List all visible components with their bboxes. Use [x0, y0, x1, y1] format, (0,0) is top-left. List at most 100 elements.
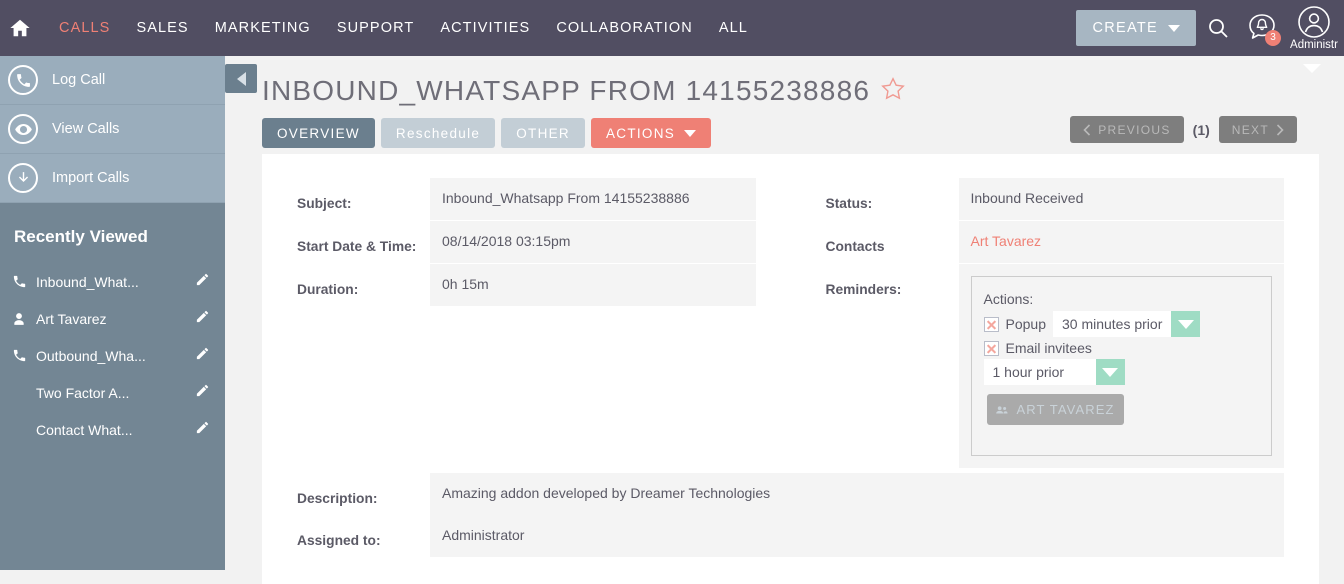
field-label: Reminders: [825, 282, 902, 297]
pencil-icon[interactable] [195, 309, 211, 329]
star-icon[interactable] [880, 76, 906, 109]
pencil-icon[interactable] [195, 346, 211, 366]
nav-link-sales[interactable]: SALES [123, 20, 201, 36]
nav-link-activities[interactable]: ACTIVITIES [427, 20, 543, 36]
chevron-right-icon [1276, 123, 1284, 136]
popup-checkbox[interactable] [983, 316, 999, 332]
reminder-email-row: Email invitees [983, 340, 1272, 356]
field-description: Description: Amazing addon developed by … [262, 473, 1319, 515]
field-label: Assigned to: [297, 533, 381, 548]
phone-icon [8, 65, 38, 95]
field-value[interactable]: Inbound Received [958, 178, 1284, 220]
previous-button-label: PREVIOUS [1098, 122, 1171, 137]
reminder-actions-label: Actions: [983, 291, 1034, 307]
field-label: Start Date & Time: [297, 239, 417, 254]
chevron-down-icon [1171, 311, 1201, 337]
tab-actions[interactable]: ACTIONS [590, 118, 712, 148]
reminder-panel: Actions: Popup 30 minutes prior Email in… [970, 276, 1272, 456]
notifications-button[interactable]: 3 [1240, 0, 1284, 56]
tab-actions-label: ACTIONS [605, 125, 676, 141]
user-account-label: Administr [1290, 39, 1338, 51]
chevron-left-icon [1083, 123, 1091, 136]
field-label: Subject: [297, 196, 352, 211]
back-button[interactable] [225, 64, 257, 93]
create-button-label: CREATE [1092, 20, 1158, 36]
field-value[interactable]: 08/14/2018 03:15pm [430, 221, 756, 263]
chevron-down-icon [684, 129, 697, 137]
sidebar-item-import-calls[interactable]: Import Calls [0, 154, 225, 203]
user-account-button[interactable]: Administr [1284, 0, 1344, 56]
field-value[interactable]: Administrator [430, 515, 1284, 557]
detail-card: Subject: Inbound_Whatsapp From 141552388… [262, 154, 1319, 584]
sidebar-item-label: Import Calls [52, 170, 130, 186]
pencil-icon[interactable] [195, 383, 211, 403]
tab-other[interactable]: OTHER [501, 118, 585, 148]
field-reminders: Reminders: Actions: Popup 30 minutes pri… [791, 264, 1320, 468]
pencil-icon[interactable] [195, 420, 211, 440]
field-label: Description: [297, 491, 378, 506]
tab-bar: OVERVIEW Reschedule OTHER ACTIONS [262, 118, 712, 148]
sidebar-item-view-calls[interactable]: View Calls [0, 105, 225, 154]
tab-overview[interactable]: OVERVIEW [262, 118, 375, 148]
top-nav-right-group: CREATE 3 Administr [1076, 0, 1344, 56]
recently-viewed-heading: Recently Viewed [14, 227, 148, 246]
field-contacts: Contacts Art Tavarez [791, 221, 1320, 263]
people-icon [996, 405, 1008, 413]
field-value[interactable]: 0h 15m [430, 264, 756, 306]
next-button-label: NEXT [1231, 122, 1269, 137]
nav-link-marketing[interactable]: MARKETING [202, 20, 324, 36]
main-content: INBOUND_WHATSAPP FROM 14155238886 OVERVI… [225, 56, 1344, 584]
previous-button[interactable]: PREVIOUS [1070, 116, 1184, 143]
list-item-label: Contact What... [36, 421, 133, 438]
popup-timing-select[interactable]: 30 minutes prior [1052, 311, 1201, 337]
list-item[interactable]: Art Tavarez [0, 300, 225, 337]
reminder-popup-row: Popup 30 minutes prior [983, 311, 1272, 337]
field-assigned-to: Assigned to: Administrator [262, 515, 1319, 557]
list-item[interactable]: Inbound_What... [0, 263, 225, 300]
email-checkbox[interactable] [983, 340, 999, 356]
email-timing-select[interactable]: 1 hour prior [983, 359, 1125, 385]
field-status: Status: Inbound Received [791, 178, 1320, 220]
sidebar-item-log-call[interactable]: Log Call [0, 56, 225, 105]
field-grid: Subject: Inbound_Whatsapp From 141552388… [262, 178, 1319, 469]
nav-link-support[interactable]: SUPPORT [324, 20, 428, 36]
list-item[interactable]: Contact What... [0, 411, 225, 448]
list-item-label: Inbound_What... [36, 273, 139, 290]
field-value[interactable]: Inbound_Whatsapp From 14155238886 [430, 178, 756, 220]
email-label: Email invitees [1005, 340, 1092, 356]
chevron-down-icon [1095, 359, 1125, 385]
list-item[interactable]: Two Factor A... [0, 374, 225, 411]
phone-icon [12, 348, 36, 363]
phone-icon [12, 274, 36, 289]
reminder-email-timing-row: 1 hour prior [983, 359, 1272, 385]
search-button[interactable] [1196, 0, 1240, 56]
nav-link-all[interactable]: ALL [706, 20, 761, 36]
next-button[interactable]: NEXT [1218, 116, 1297, 143]
field-value[interactable]: Amazing addon developed by Dreamer Techn… [430, 473, 1284, 515]
home-icon[interactable] [8, 16, 32, 40]
invitee-button-label: ART TAVAREZ [1016, 402, 1115, 417]
chevron-down-icon [1168, 24, 1180, 32]
list-item-label: Two Factor A... [36, 384, 130, 401]
collapse-caret-icon[interactable] [1303, 64, 1321, 73]
contact-link[interactable]: Art Tavarez [958, 221, 1284, 263]
field-duration: Duration: 0h 15m [262, 264, 791, 306]
sidebar-item-label: View Calls [52, 121, 120, 137]
invitee-button[interactable]: ART TAVAREZ [986, 394, 1124, 425]
search-icon [1209, 19, 1228, 38]
person-icon [12, 312, 36, 326]
tab-reschedule[interactable]: Reschedule [380, 118, 496, 148]
popup-timing-value: 30 minutes prior [1052, 311, 1172, 337]
create-button[interactable]: CREATE [1076, 10, 1196, 46]
recently-viewed-list: Inbound_What... Art Tavarez Outbound_Wha… [0, 263, 225, 448]
pencil-icon[interactable] [195, 272, 211, 292]
nav-link-collaboration[interactable]: COLLABORATION [543, 20, 706, 36]
field-start-date-time: Start Date & Time: 08/14/2018 03:15pm [262, 221, 791, 263]
list-item[interactable]: Outbound_Wha... [0, 337, 225, 374]
email-timing-value: 1 hour prior [983, 359, 1096, 385]
page-title-text: INBOUND_WHATSAPP FROM 14155238886 [262, 74, 871, 106]
list-item-label: Art Tavarez [36, 310, 107, 327]
nav-link-calls[interactable]: CALLS [46, 20, 123, 36]
eye-icon [8, 114, 38, 144]
field-label: Contacts [825, 239, 885, 254]
